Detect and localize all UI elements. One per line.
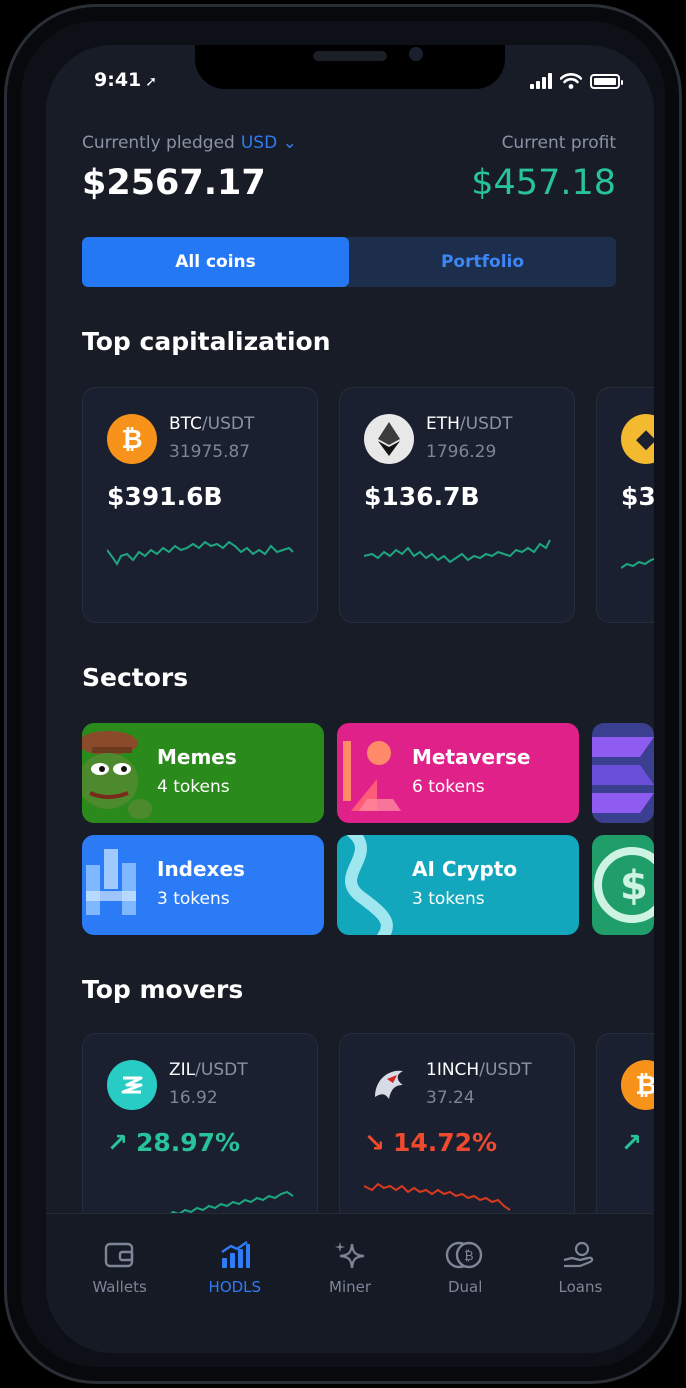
sector-indexes[interactable]: Indexes 3 tokens [82, 835, 324, 935]
status-time: 9:41 ➚ [94, 69, 157, 91]
sector-count: 3 tokens [412, 889, 485, 909]
battery-icon [590, 74, 623, 89]
nav-loans[interactable]: Loans [523, 1214, 638, 1353]
1inch-icon [364, 1060, 414, 1110]
bitcoin-icon: ₿ [621, 1060, 654, 1110]
nav-label: HODLS [208, 1278, 262, 1296]
metaverse-icon [343, 741, 401, 811]
nav-label: Miner [329, 1278, 372, 1296]
arrow-up-right-icon: ↗ [621, 1128, 642, 1157]
sector-partial-2[interactable]: $ [592, 835, 654, 935]
coin-price: 16.92 [169, 1088, 218, 1108]
index-blocks-icon [86, 849, 136, 915]
coins-tabs: All coins Portfolio [82, 237, 616, 287]
sector-name: Metaverse [412, 745, 531, 769]
currency-text: USD [240, 133, 278, 153]
bottom-navigation: Wallets HODLS Miner ₿ Dual Loans [46, 1213, 654, 1353]
coin-price: 1796.29 [426, 442, 497, 462]
section-title-top-movers: Top movers [82, 975, 244, 1004]
coin-price: 31975.87 [169, 442, 251, 462]
sector-count: 4 tokens [157, 777, 230, 797]
bitcoin-icon: ₿ [107, 414, 157, 464]
coin-card-partial[interactable]: ◆ $3 [596, 387, 654, 623]
section-title-top-capitalization: Top capitalization [82, 327, 331, 356]
wallet-icon [104, 1242, 133, 1268]
nav-wallets[interactable]: Wallets [62, 1214, 177, 1353]
sector-metaverse[interactable]: Metaverse 6 tokens [337, 723, 579, 823]
pepe-icon [82, 731, 152, 819]
solana-icon [592, 737, 654, 813]
price-change-negative: ↘ 14.72% [364, 1128, 498, 1157]
hand-coin-icon [564, 1241, 594, 1268]
pledged-label-text: Currently pledged [82, 133, 235, 153]
nav-label: Loans [558, 1278, 603, 1296]
pledged-value: $2567.17 [82, 163, 266, 203]
svg-text:₿: ₿ [464, 1249, 474, 1264]
nav-miner[interactable]: Miner [292, 1214, 407, 1353]
speaker [313, 51, 387, 61]
top-cap-carousel[interactable]: ₿ BTC/USDT 31975.87 $391.6B ETH/USDT 179… [82, 387, 654, 623]
sector-name: AI Crypto [412, 857, 518, 881]
sector-memes[interactable]: Memes 4 tokens [82, 723, 324, 823]
nav-label: Dual [448, 1278, 483, 1296]
price-change-positive: ↗ 28.97% [107, 1128, 241, 1157]
zilliqa-icon [107, 1060, 157, 1110]
sparkline-chart [364, 539, 551, 564]
nav-dual[interactable]: ₿ Dual [408, 1214, 523, 1353]
signal-icon [530, 73, 552, 89]
pair-label: 1INCH/USDT [426, 1060, 532, 1080]
svg-text:$: $ [620, 863, 648, 909]
dollar-coin-icon: $ [594, 847, 654, 923]
sectors-row-2[interactable]: Indexes 3 tokens AI Crypto 3 tokens $ [82, 835, 654, 935]
camera [409, 47, 423, 61]
time-text: 9:41 [94, 69, 142, 91]
market-cap: $3 [621, 482, 654, 511]
notch [195, 45, 505, 89]
location-arrow-icon: ➚ [145, 74, 157, 90]
sector-count: 6 tokens [412, 777, 485, 797]
tab-portfolio[interactable]: Portfolio [349, 237, 616, 287]
arrow-up-right-icon: ↗ [107, 1128, 128, 1157]
pair-label: ZIL/USDT [169, 1060, 248, 1080]
coin-card-btc[interactable]: ₿ BTC/USDT 31975.87 $391.6B [82, 387, 318, 623]
app-screen: 9:41 ➚ Currently pledged USD ⌄ $2567.17 Cu… [46, 45, 654, 1353]
section-title-sectors: Sectors [82, 663, 189, 692]
price-change-positive: ↗ [621, 1128, 642, 1157]
ethereum-icon [364, 414, 414, 464]
market-cap: $391.6B [107, 482, 223, 511]
pledged-label: Currently pledged USD ⌄ [82, 133, 297, 153]
sparkline-chart [107, 540, 294, 566]
tab-all-coins[interactable]: All coins [82, 237, 349, 287]
pair-label: BTC/USDT [169, 414, 255, 434]
chart-bars-icon [221, 1241, 250, 1268]
sector-partial-1[interactable] [592, 723, 654, 823]
pair-label: ETH/USDT [426, 414, 513, 434]
sector-name: Indexes [157, 857, 245, 881]
wifi-icon [560, 73, 582, 89]
coin-price: 37.24 [426, 1088, 475, 1108]
ai-wave-icon [345, 835, 393, 935]
sectors-row-1[interactable]: Memes 4 tokens Metaverse 6 tokens [82, 723, 654, 823]
sector-name: Memes [157, 745, 237, 769]
sector-ai-crypto[interactable]: AI Crypto 3 tokens [337, 835, 579, 935]
nav-label: Wallets [92, 1278, 147, 1296]
chevron-down-icon: ⌄ [282, 133, 297, 153]
market-cap: $136.7B [364, 482, 480, 511]
nav-hodls[interactable]: HODLS [177, 1214, 292, 1353]
profit-label: Current profit [501, 133, 616, 153]
arrow-down-right-icon: ↘ [364, 1128, 385, 1157]
coins-icon: ₿ [446, 1241, 483, 1269]
sector-count: 3 tokens [157, 889, 230, 909]
sparkle-icon [335, 1242, 365, 1269]
binance-icon: ◆ [621, 414, 654, 464]
phone-frame: 9:41 ➚ Currently pledged USD ⌄ $2567.17 Cu… [4, 4, 682, 1384]
status-icons [530, 73, 623, 89]
profit-value: $457.18 [471, 163, 616, 203]
sparkline-chart [621, 557, 654, 569]
currency-selector[interactable]: USD ⌄ [241, 133, 297, 153]
coin-card-eth[interactable]: ETH/USDT 1796.29 $136.7B [339, 387, 575, 623]
